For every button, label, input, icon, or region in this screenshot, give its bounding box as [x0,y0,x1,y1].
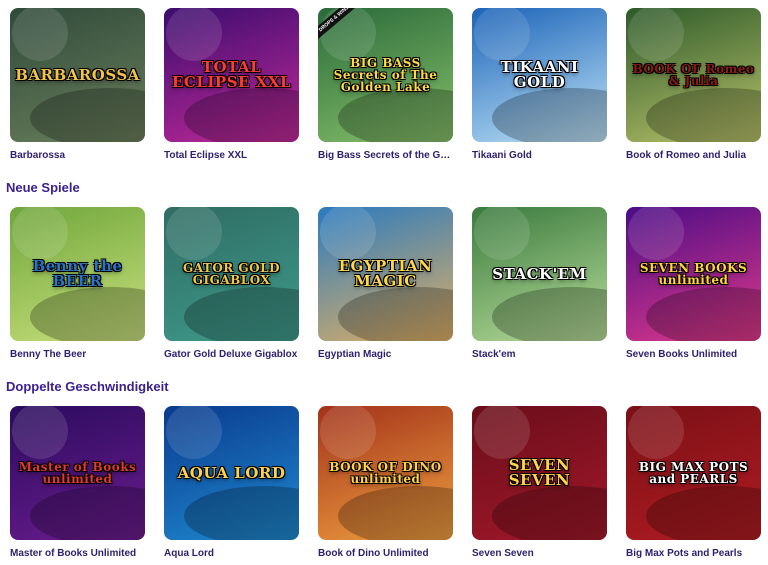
game-logo: BARBAROSSA [15,65,140,84]
game-thumbnail[interactable]: TIKAANI GOLD [472,8,607,142]
game-title[interactable]: Book of Romeo and Julia [626,150,761,161]
game-logo: Benny the BEER [32,257,123,290]
game-card[interactable]: EGYPTIAN MAGIC Egyptian Magic [318,207,453,360]
game-logo: Master of Books unlimited [18,460,137,486]
section-title-neue-spiele: Neue Spiele [6,180,80,195]
game-thumbnail[interactable]: TOTAL ECLIPSE XXL [164,8,299,142]
game-title[interactable]: Master of Books Unlimited [10,548,145,559]
game-title[interactable]: Stack'em [472,349,607,360]
game-title[interactable]: Seven Seven [472,548,607,559]
game-logo: SEVEN SEVEN [508,456,571,489]
game-thumbnail[interactable]: BOOK OF DINO unlimited [318,406,453,540]
game-logo: BIG BASS Secrets of The Golden Lake [333,56,438,94]
game-logo: GATOR GOLD GIGABLOX [183,261,280,287]
game-thumbnail[interactable]: GATOR GOLD GIGABLOX [164,207,299,341]
game-thumbnail[interactable]: STACK'EM [472,207,607,341]
game-card[interactable]: BOOK OF Romeo & Julia Book of Romeo and J… [626,8,761,161]
game-card[interactable]: AQUA LORD Aqua Lord [164,406,299,559]
game-title[interactable]: Aqua Lord [164,548,299,559]
game-card[interactable]: SEVEN SEVEN Seven Seven [472,406,607,559]
game-card[interactable]: BARBAROSSA Barbarossa [10,8,145,161]
game-title[interactable]: Total Eclipse XXL [164,150,299,161]
game-thumbnail[interactable]: SEVEN BOOKS unlimited [626,207,761,341]
game-thumbnail[interactable]: Benny the BEER [10,207,145,341]
game-logo: TIKAANI GOLD [500,58,579,91]
game-title[interactable]: Tikaani Gold [472,150,607,161]
game-thumbnail[interactable]: EGYPTIAN MAGIC [318,207,453,341]
game-title[interactable]: Big Max Pots and Pearls [626,548,761,559]
game-logo: BIG MAX POTS and PEARLS [638,460,749,486]
game-thumbnail[interactable]: BIG MAX POTS and PEARLS [626,406,761,540]
game-title[interactable]: Egyptian Magic [318,349,453,360]
game-title[interactable]: Barbarossa [10,150,145,161]
game-row-doppelte-geschwindigkeit: Master of Books unlimited Master of Books… [10,406,762,559]
game-thumbnail[interactable]: BOOK OF Romeo & Julia [626,8,761,142]
game-card[interactable]: Master of Books unlimited Master of Books… [10,406,145,559]
game-card[interactable]: BIG MAX POTS and PEARLS Big Max Pots and … [626,406,761,559]
game-logo: BOOK OF DINO unlimited [329,460,442,486]
game-logo: EGYPTIAN MAGIC [338,257,433,290]
game-card[interactable]: SEVEN BOOKS unlimited Seven Books Unlimit… [626,207,761,360]
game-title[interactable]: Big Bass Secrets of the Gol... [318,150,453,161]
game-title[interactable]: Gator Gold Deluxe Gigablox [164,349,299,360]
game-row-top: BARBAROSSA Barbarossa TOTAL ECLIPSE XXL Tot… [10,8,762,161]
game-card[interactable]: DROPS & WINS BIG BASS Secrets of The Gold… [318,8,453,161]
game-thumbnail[interactable]: AQUA LORD [164,406,299,540]
game-logo: SEVEN BOOKS unlimited [639,261,748,287]
game-thumbnail[interactable]: BARBAROSSA [10,8,145,142]
game-row-neue-spiele: Benny the BEER Benny The Beer GATOR GOLD G… [10,207,762,360]
game-logo: STACK'EM [492,264,587,283]
game-thumbnail[interactable]: SEVEN SEVEN [472,406,607,540]
game-card[interactable]: TOTAL ECLIPSE XXL Total Eclipse XXL [164,8,299,161]
game-card[interactable]: GATOR GOLD GIGABLOX Gator Gold Deluxe Gig… [164,207,299,360]
game-card[interactable]: TIKAANI GOLD Tikaani Gold [472,8,607,161]
game-card[interactable]: Benny the BEER Benny The Beer [10,207,145,360]
game-logo: BOOK OF Romeo & Julia [632,62,755,88]
game-logo: AQUA LORD [177,463,286,482]
game-card[interactable]: STACK'EM Stack'em [472,207,607,360]
game-logo: TOTAL ECLIPSE XXL [171,58,292,91]
game-title[interactable]: Seven Books Unlimited [626,349,761,360]
game-thumbnail[interactable]: Master of Books unlimited [10,406,145,540]
game-title[interactable]: Book of Dino Unlimited [318,548,453,559]
game-thumbnail[interactable]: DROPS & WINS BIG BASS Secrets of The Gold… [318,8,453,142]
game-title[interactable]: Benny The Beer [10,349,145,360]
section-title-doppelte-geschwindigkeit: Doppelte Geschwindigkeit [6,379,169,394]
game-card[interactable]: BOOK OF DINO unlimited Book of Dino Unlim… [318,406,453,559]
